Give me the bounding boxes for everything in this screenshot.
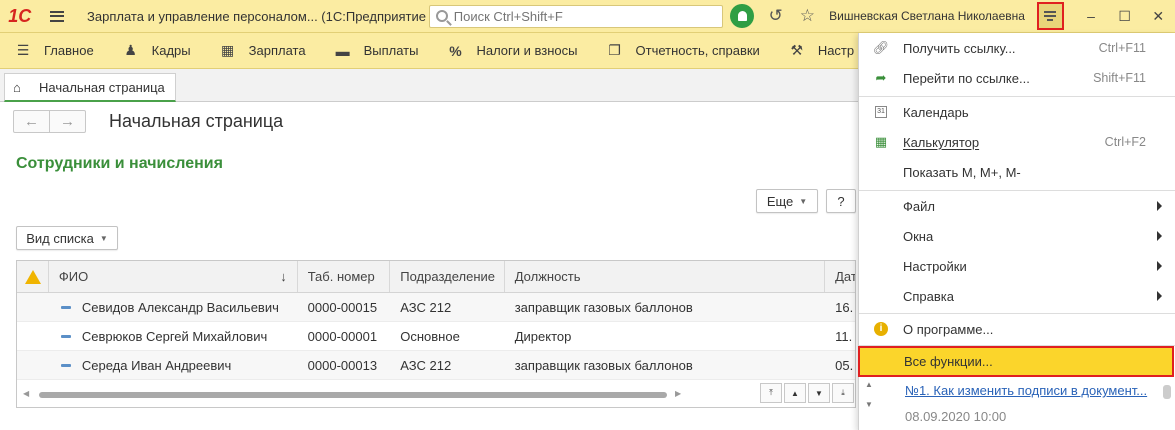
go-first-button[interactable]: ⤒ bbox=[760, 383, 782, 403]
employee-icon bbox=[60, 305, 71, 309]
scrollbar-thumb[interactable] bbox=[39, 392, 667, 398]
documents-icon: ❐ bbox=[608, 42, 621, 58]
section-taxes[interactable]: % Налоги и взносы bbox=[432, 33, 591, 69]
table-row[interactable]: Севидов Александр Васильевич 0000-00015 … bbox=[17, 293, 855, 322]
submenu-arrow-icon bbox=[1157, 291, 1162, 301]
window-title: Зарплата и управление персоналом... (1С:… bbox=[87, 8, 426, 24]
menu-item-file[interactable]: Файл bbox=[859, 191, 1175, 221]
search-input[interactable] bbox=[453, 8, 714, 24]
warning-column[interactable] bbox=[17, 261, 49, 292]
current-user-name[interactable]: Вишневская Светлана Николаевна bbox=[829, 9, 1034, 23]
menu-item-get-link[interactable]: 🔗︎ Получить ссылку... Ctrl+F11 bbox=[859, 33, 1175, 63]
submenu-arrow-icon bbox=[1157, 231, 1162, 241]
calculator-icon: ▦ bbox=[221, 42, 235, 58]
navigation-arrows: ← → bbox=[13, 110, 86, 133]
column-header-tab-number[interactable]: Таб. номер bbox=[298, 261, 391, 292]
table-row[interactable]: Середа Иван Андреевич 0000-00013 АЗС 212… bbox=[17, 351, 855, 380]
section-payments[interactable]: ▬ Выплаты bbox=[320, 33, 433, 69]
title-bar: 1С Зарплата и управление персоналом... (… bbox=[0, 0, 1175, 33]
back-arrow-button[interactable]: ← bbox=[14, 111, 50, 132]
chevron-down-icon: ▼ bbox=[799, 196, 808, 206]
menu-item-windows[interactable]: Окна bbox=[859, 221, 1175, 251]
chevron-down-icon: ▼ bbox=[99, 233, 108, 243]
scroll-left-icon[interactable]: ◀ bbox=[23, 389, 29, 398]
submenu-arrow-icon bbox=[1157, 201, 1162, 211]
history-icon[interactable]: ↺ bbox=[760, 0, 792, 33]
minimize-button[interactable]: – bbox=[1074, 0, 1108, 33]
submenu-arrow-icon bbox=[1157, 261, 1162, 271]
column-header-department[interactable]: Подразделение bbox=[390, 261, 505, 292]
search-icon bbox=[435, 10, 448, 22]
menu-item-show-memory[interactable]: Показать М, М+, М- bbox=[859, 157, 1175, 187]
menu-item-goto-link[interactable]: ➦ Перейти по ссылке... Shift+F11 bbox=[859, 63, 1175, 93]
notifications-bell-icon[interactable] bbox=[730, 4, 754, 28]
favorites-star-icon[interactable]: ☆ bbox=[792, 0, 824, 33]
people-icon: ♟ bbox=[124, 42, 137, 58]
forward-arrow-button[interactable]: → bbox=[50, 111, 85, 132]
table-row[interactable]: Севрюков Сергей Михайлович 0000-00001 Ос… bbox=[17, 322, 855, 351]
section-hr[interactable]: ♟ Кадры bbox=[108, 33, 205, 69]
menu-item-calendar[interactable]: 31 Календарь bbox=[859, 97, 1175, 127]
table-header: ФИО ↓ Таб. номер Подразделение Должность … bbox=[17, 261, 855, 293]
tab-home-page[interactable]: ⌂ Начальная страница bbox=[4, 73, 176, 102]
functions-menu-button[interactable] bbox=[1036, 2, 1065, 30]
percent-icon: % bbox=[449, 42, 462, 59]
column-header-position[interactable]: Должность bbox=[505, 261, 826, 292]
wallet-icon: ▬ bbox=[335, 42, 350, 59]
section-reports[interactable]: ❐ Отчетность, справки bbox=[592, 33, 774, 69]
search-box[interactable] bbox=[428, 4, 724, 28]
news-date: 08.09.2020 10:00 bbox=[905, 409, 1007, 421]
go-last-button[interactable]: ⤓ bbox=[832, 383, 854, 403]
more-button[interactable]: Еще ▼ bbox=[756, 189, 818, 213]
scroll-down-icon[interactable]: ▼ bbox=[865, 400, 873, 409]
scrollbar-thumb[interactable] bbox=[1163, 385, 1171, 399]
calculator-icon: ▦ bbox=[874, 134, 888, 149]
menu-item-help[interactable]: Справка bbox=[859, 281, 1175, 311]
table-body: Севидов Александр Васильевич 0000-00015 … bbox=[17, 293, 855, 380]
go-down-button[interactable]: ▼ bbox=[808, 383, 830, 403]
home-icon: ⌂ bbox=[13, 79, 21, 95]
calendar-icon: 31 bbox=[859, 106, 903, 118]
close-button[interactable]: ✕ bbox=[1141, 0, 1175, 33]
scroll-right-icon[interactable]: ▶ bbox=[675, 389, 681, 398]
section-title: Сотрудники и начисления bbox=[16, 155, 223, 172]
scroll-up-icon[interactable]: ▲ bbox=[865, 380, 873, 389]
menu-item-all-functions[interactable]: Все функции... bbox=[858, 346, 1174, 377]
column-header-name[interactable]: ФИО ↓ bbox=[49, 261, 298, 292]
menu-item-settings[interactable]: Настройки bbox=[859, 251, 1175, 281]
section-salary[interactable]: ▦ Зарплата bbox=[205, 33, 320, 69]
news-link[interactable]: №1. Как изменить подписи в документ... bbox=[905, 383, 1147, 398]
list-view-button[interactable]: Вид списка ▼ bbox=[16, 226, 118, 250]
employee-icon bbox=[60, 363, 71, 367]
column-header-date[interactable]: Дат bbox=[825, 261, 855, 292]
sort-arrow-icon: ↓ bbox=[280, 269, 287, 284]
functions-menu-icon bbox=[1044, 11, 1057, 21]
link-icon: 🔗︎ bbox=[872, 40, 890, 55]
horizontal-scrollbar[interactable]: ◀ ▶ ⤒ ▲ ▼ ⤓ bbox=[17, 381, 855, 407]
go-up-button[interactable]: ▲ bbox=[784, 383, 806, 403]
maximize-button[interactable]: ☐ bbox=[1108, 0, 1142, 33]
functions-dropdown-menu: 🔗︎ Получить ссылку... Ctrl+F11 ➦ Перейти… bbox=[858, 33, 1175, 430]
wrench-icon: ⚒ bbox=[790, 42, 804, 58]
employees-table: ФИО ↓ Таб. номер Подразделение Должность … bbox=[16, 260, 856, 408]
menu-item-calculator[interactable]: ▦ Калькулятор Ctrl+F2 bbox=[859, 127, 1175, 157]
goto-link-icon: ➦ bbox=[875, 70, 887, 85]
1c-logo: 1С bbox=[8, 5, 32, 26]
menu-item-about[interactable]: i О программе... bbox=[859, 314, 1175, 344]
hamburger-icon bbox=[50, 10, 65, 22]
section-main[interactable]: ☰ Главное bbox=[0, 33, 108, 69]
page-title: Начальная страница bbox=[109, 111, 284, 131]
employee-icon bbox=[60, 334, 71, 338]
main-menu-button[interactable] bbox=[40, 0, 76, 33]
warning-icon bbox=[25, 269, 41, 284]
hamburger-icon: ☰ bbox=[16, 42, 30, 58]
section-settings[interactable]: ⚒ Настр bbox=[774, 33, 868, 69]
info-icon: i bbox=[859, 322, 903, 336]
help-button[interactable]: ? bbox=[826, 189, 856, 213]
